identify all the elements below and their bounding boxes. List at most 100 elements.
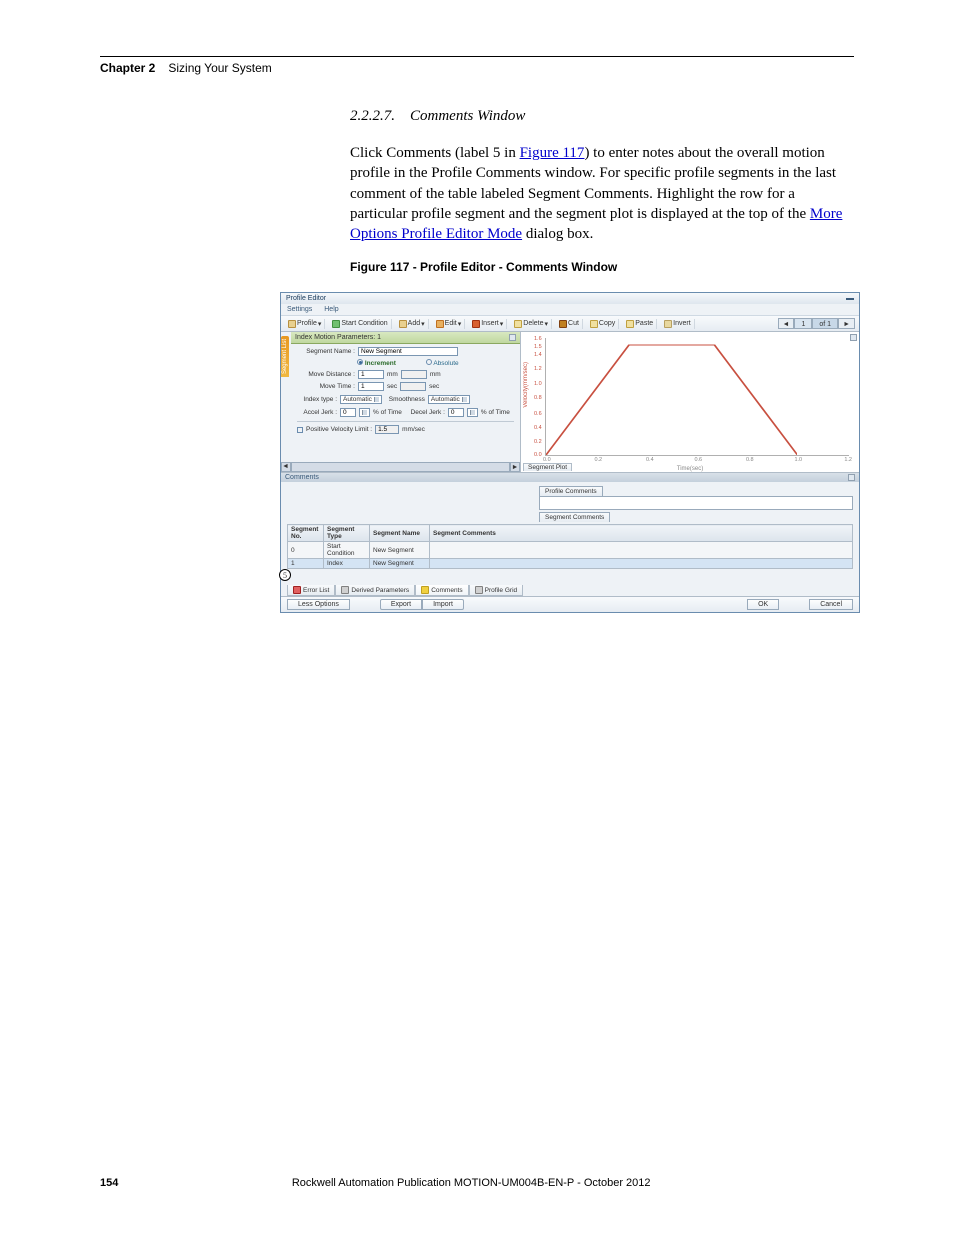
pos-vel-limit-label: Positive Velocity Limit :	[306, 426, 372, 433]
body-text-run: Click Comments (label 5 in	[350, 145, 520, 161]
segment-comments-tab[interactable]: Segment Comments	[539, 512, 610, 522]
page-number: 154	[100, 1177, 118, 1189]
export-button[interactable]: Export	[380, 599, 422, 610]
toolbar: Profile ▾ Start Condition Add ▾ Edit ▾ I…	[281, 315, 859, 332]
accel-jerk-label: Accel Jerk :	[297, 409, 337, 416]
add-button[interactable]: Add ▾	[396, 319, 429, 329]
scroll-right-button[interactable]: ►	[510, 462, 520, 472]
accel-jerk-unit-dropdown[interactable]	[359, 408, 370, 417]
tab-comments[interactable]: Comments	[415, 585, 468, 596]
unit-sec: sec	[429, 383, 439, 390]
invert-button[interactable]: Invert	[661, 319, 695, 329]
form-area: Segment Name : Increment Absolute Move D…	[291, 344, 520, 440]
xtick: 0.4	[646, 457, 654, 463]
parameters-panel: Segment List Index Motion Parameters: 1 …	[281, 332, 521, 472]
pager-current[interactable]: 1	[794, 318, 812, 329]
scroll-left-button[interactable]: ◄	[281, 462, 291, 472]
import-button[interactable]: Import	[422, 599, 464, 610]
edit-button[interactable]: Edit ▾	[433, 319, 466, 329]
editor-body: Segment List Index Motion Parameters: 1 …	[281, 332, 859, 472]
start-condition-button[interactable]: Start Condition	[329, 319, 391, 329]
decel-jerk-input[interactable]	[448, 408, 464, 417]
add-icon	[399, 320, 407, 328]
pos-vel-limit-input[interactable]	[375, 425, 399, 434]
edit-icon	[436, 320, 444, 328]
decel-jerk-unit-dropdown[interactable]	[467, 408, 478, 417]
figure-link[interactable]: Figure 117	[520, 145, 585, 161]
table-header: Segment No.	[288, 525, 324, 542]
paste-button[interactable]: Paste	[623, 319, 657, 329]
profile-editor-window: Profile Editor Settings Help Profile ▾ S…	[280, 292, 860, 613]
move-time-alt-input[interactable]	[400, 382, 426, 391]
index-type-label: Index type :	[297, 396, 337, 403]
pin-icon[interactable]	[848, 474, 855, 481]
tab-error-list[interactable]: Error List	[287, 585, 335, 596]
profile-comments-tab[interactable]: Profile Comments	[539, 486, 603, 496]
horizontal-scrollbar[interactable]	[291, 462, 510, 472]
chart-y-axis-label: Velocity(mm/sec)	[523, 362, 529, 408]
comments-header: Comments	[281, 473, 859, 482]
xtick: 0.2	[594, 457, 602, 463]
move-distance-alt-input[interactable]	[401, 370, 427, 379]
profile-button[interactable]: Profile ▾	[285, 319, 325, 329]
segment-list-tab[interactable]: Segment List	[281, 336, 289, 377]
less-options-button[interactable]: Less Options	[287, 599, 350, 610]
index-type-dropdown[interactable]: Automatic	[340, 395, 382, 404]
page-footer: 154 Rockwell Automation Publication MOTI…	[100, 1177, 854, 1189]
ytick: 0.6	[534, 411, 542, 417]
grid-icon	[475, 586, 483, 594]
tab-profile-grid[interactable]: Profile Grid	[469, 585, 524, 596]
increment-radio[interactable]: Increment	[357, 359, 396, 367]
pos-vel-limit-checkbox[interactable]	[297, 427, 303, 433]
window-title: Profile Editor	[286, 295, 326, 302]
pager: ◄ 1 of 1 ►	[778, 318, 855, 329]
copy-icon	[590, 320, 598, 328]
ytick: 0.2	[534, 439, 542, 445]
bottom-tabs: Error List Derived Parameters Comments P…	[287, 585, 853, 596]
unit-pct-time: % of Time	[481, 409, 510, 416]
cancel-button[interactable]: Cancel	[809, 599, 853, 610]
profile-editor-figure: Profile Editor Settings Help Profile ▾ S…	[280, 292, 860, 613]
smoothness-dropdown[interactable]: Automatic	[428, 395, 470, 404]
section-heading: 2.2.2.7. Comments Window	[350, 108, 854, 125]
ytick: 1.2	[534, 366, 542, 372]
minimize-icon[interactable]	[846, 298, 854, 300]
segment-name-input[interactable]	[358, 347, 458, 356]
move-distance-input[interactable]	[358, 370, 384, 379]
copy-button[interactable]: Copy	[587, 319, 619, 329]
accel-jerk-input[interactable]	[340, 408, 356, 417]
chapter-label: Chapter 2	[100, 61, 155, 75]
ok-button[interactable]: OK	[747, 599, 779, 610]
editor-footer: Less Options Export Import OK Cancel	[281, 596, 859, 612]
menu-help[interactable]: Help	[324, 306, 338, 313]
pin-icon[interactable]	[509, 334, 516, 341]
body-paragraph: Click Comments (label 5 in Figure 117) t…	[350, 143, 854, 244]
pin-icon[interactable]	[850, 334, 857, 341]
tab-derived-parameters[interactable]: Derived Parameters	[335, 585, 415, 596]
profile-comments-input[interactable]	[539, 496, 853, 510]
section-title: Comments Window	[410, 108, 525, 124]
comments-header-label: Comments	[285, 474, 319, 481]
pager-next-button[interactable]: ►	[838, 318, 855, 329]
delete-button[interactable]: Delete ▾	[511, 319, 552, 329]
paste-icon	[626, 320, 634, 328]
imp-header-label: Index Motion Parameters: 1	[295, 334, 381, 341]
table-header: Segment Type	[324, 525, 370, 542]
window-titlebar[interactable]: Profile Editor	[281, 293, 859, 304]
insert-button[interactable]: Insert ▾	[469, 319, 507, 329]
pager-prev-button[interactable]: ◄	[778, 318, 795, 329]
table-row[interactable]: 0 Start Condition New Segment	[288, 542, 853, 559]
menubar: Settings Help	[281, 304, 859, 315]
move-time-input[interactable]	[358, 382, 384, 391]
chevron-down-icon	[374, 397, 379, 402]
menu-settings[interactable]: Settings	[287, 306, 312, 313]
chapter-title: Sizing Your System	[168, 61, 271, 75]
absolute-radio[interactable]: Absolute	[426, 359, 459, 367]
table-row[interactable]: 1 Index New Segment	[288, 559, 853, 569]
segment-plot-tab[interactable]: Segment Plot	[523, 463, 572, 471]
page-header: Chapter 2 Sizing Your System	[100, 56, 854, 76]
ytick: 1.0	[534, 381, 542, 387]
callout-5: 5	[279, 569, 291, 581]
cut-button[interactable]: Cut	[556, 319, 583, 329]
ytick: 0.8	[534, 395, 542, 401]
